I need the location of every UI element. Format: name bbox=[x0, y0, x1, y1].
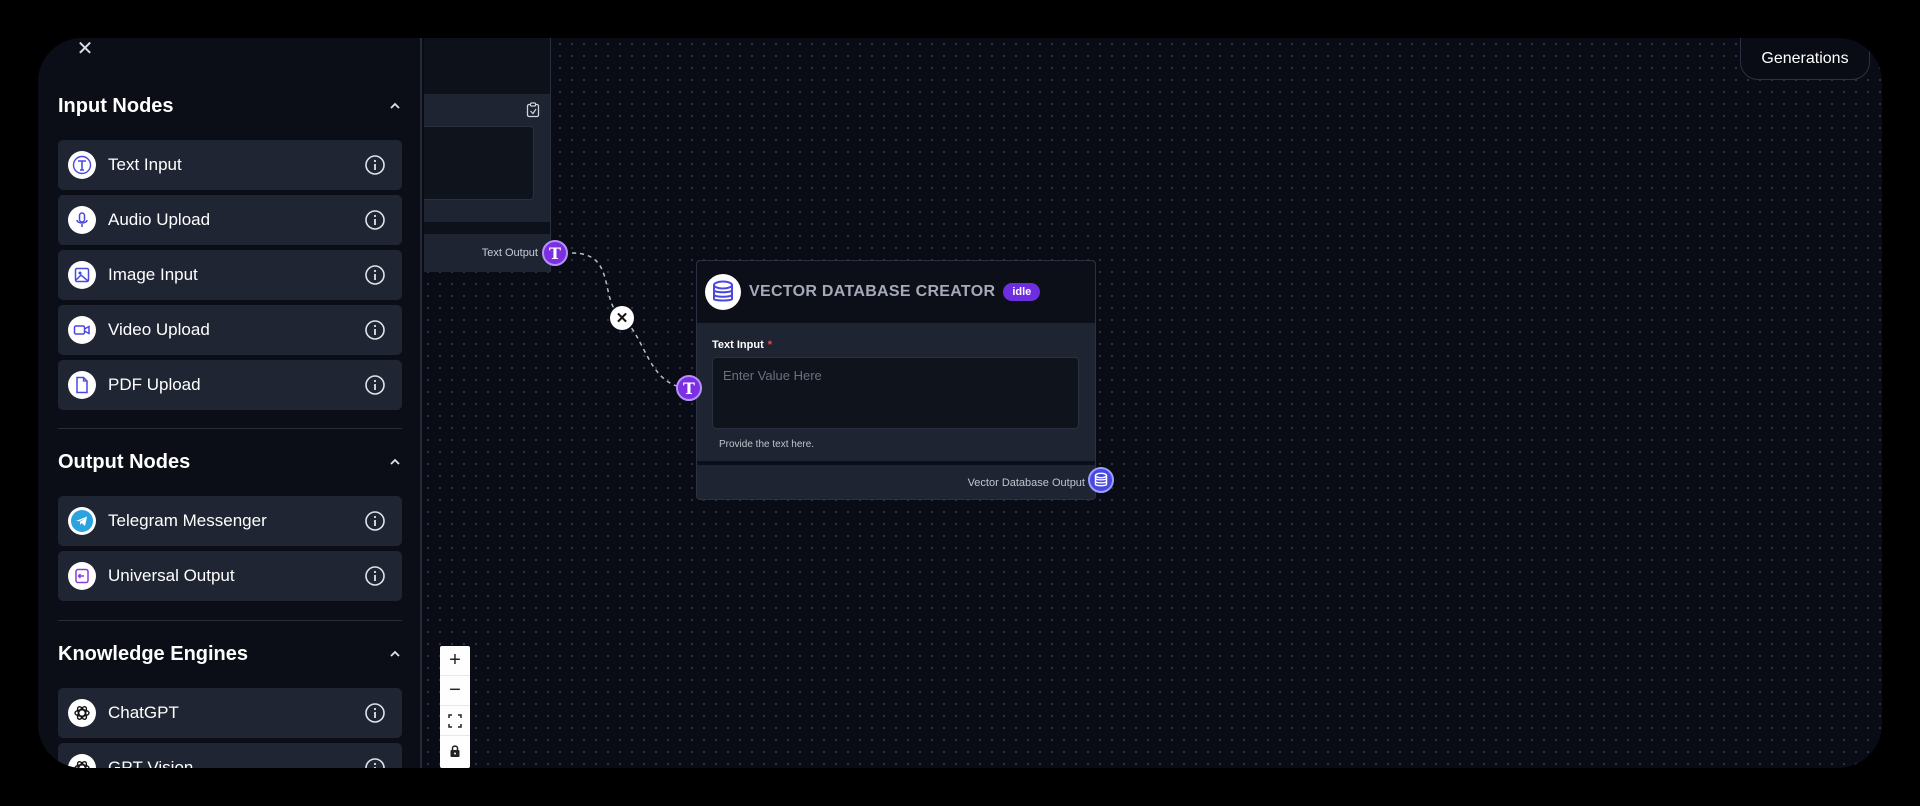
info-icon[interactable] bbox=[364, 209, 386, 231]
sidebar-item-label: PDF Upload bbox=[108, 375, 201, 394]
required-mark: * bbox=[767, 339, 773, 351]
zoom-in-button[interactable]: + bbox=[440, 646, 470, 676]
text-input-field-label: Text Input * bbox=[712, 339, 772, 351]
openai-icon bbox=[68, 699, 96, 727]
sidebar-item-text-input[interactable]: Text Input bbox=[58, 140, 402, 190]
section-title: Input Nodes bbox=[58, 94, 174, 117]
vector-database-output-port[interactable] bbox=[1088, 467, 1114, 493]
sidebar-item-universal-output[interactable]: Universal Output bbox=[58, 551, 402, 601]
help-text: Provide the text here. bbox=[719, 439, 815, 450]
text-input-node-partial[interactable]: Text Output bbox=[424, 38, 551, 272]
section-divider bbox=[58, 428, 402, 429]
app-frame: Text Output T ✕ T VECTOR DATABASE CREATO… bbox=[38, 38, 1882, 768]
clipboard-icon[interactable] bbox=[526, 102, 540, 118]
info-icon[interactable] bbox=[364, 565, 386, 587]
text-t-icon bbox=[68, 151, 96, 179]
lock-button[interactable] bbox=[440, 736, 470, 766]
node-library-sidebar: ✕ Input Nodes Text Input Audio Upload Im… bbox=[38, 38, 422, 768]
sidebar-item-label: ChatGPT bbox=[108, 703, 179, 722]
info-icon[interactable] bbox=[364, 264, 386, 286]
status-badge: idle bbox=[1003, 283, 1041, 301]
export-icon bbox=[68, 562, 96, 590]
plus-icon: + bbox=[449, 649, 461, 671]
image-icon bbox=[68, 261, 96, 289]
node-separator bbox=[697, 461, 1095, 465]
telegram-icon bbox=[68, 507, 96, 535]
remove-edge-button[interactable]: ✕ bbox=[610, 306, 634, 330]
generations-button[interactable]: Generations bbox=[1740, 38, 1870, 80]
sidebar-item-label: Video Upload bbox=[108, 320, 210, 339]
vector-database-creator-node[interactable]: VECTOR DATABASE CREATOR idle Text Input *… bbox=[696, 260, 1096, 500]
close-icon: ✕ bbox=[615, 310, 629, 327]
sidebar-item-label: Universal Output bbox=[108, 566, 235, 585]
info-icon[interactable] bbox=[364, 757, 386, 768]
chevron-up-icon[interactable] bbox=[388, 647, 402, 661]
node-title: VECTOR DATABASE CREATOR bbox=[749, 283, 996, 300]
info-icon[interactable] bbox=[364, 702, 386, 724]
section-title: Knowledge Engines bbox=[58, 642, 249, 665]
text-t-icon: T bbox=[683, 378, 695, 398]
section-output-nodes[interactable]: Output Nodes bbox=[58, 447, 402, 477]
database-icon bbox=[1094, 472, 1108, 487]
sidebar-item-label: Image Input bbox=[108, 265, 198, 284]
openai-icon bbox=[68, 754, 96, 768]
sidebar-item-gpt-vision[interactable]: GPT Vision bbox=[58, 743, 402, 768]
section-divider bbox=[58, 620, 402, 621]
sidebar-item-label: GPT Vision bbox=[108, 758, 194, 768]
fit-view-icon bbox=[448, 713, 462, 728]
chevron-up-icon[interactable] bbox=[388, 99, 402, 113]
section-title: Output Nodes bbox=[58, 450, 191, 473]
text-t-icon: T bbox=[549, 243, 561, 263]
sidebar-item-label: Telegram Messenger bbox=[108, 511, 267, 530]
text-output-label: Text Output bbox=[481, 247, 538, 259]
video-camera-icon bbox=[68, 316, 96, 344]
minus-icon: − bbox=[449, 679, 461, 701]
section-knowledge-engines[interactable]: Knowledge Engines bbox=[58, 639, 402, 669]
document-icon bbox=[68, 371, 96, 399]
microphone-icon bbox=[68, 206, 96, 234]
info-icon[interactable] bbox=[364, 374, 386, 396]
sidebar-item-pdf-upload[interactable]: PDF Upload bbox=[58, 360, 402, 410]
zoom-out-button[interactable]: − bbox=[440, 676, 470, 706]
sidebar-item-label: Audio Upload bbox=[108, 210, 211, 229]
sidebar-item-image-input[interactable]: Image Input bbox=[58, 250, 402, 300]
info-icon[interactable] bbox=[364, 154, 386, 176]
vector-database-output-label: Vector Database Output bbox=[967, 477, 1085, 489]
canvas-controls: + − bbox=[440, 646, 470, 768]
section-input-nodes[interactable]: Input Nodes bbox=[58, 91, 402, 121]
text-input-port[interactable]: T bbox=[676, 375, 702, 401]
info-icon[interactable] bbox=[364, 510, 386, 532]
sidebar-item-chatgpt[interactable]: ChatGPT bbox=[58, 688, 402, 738]
info-icon[interactable] bbox=[364, 319, 386, 341]
lock-icon bbox=[450, 745, 460, 757]
text-output-port[interactable]: T bbox=[542, 240, 568, 266]
text-input-field[interactable] bbox=[712, 357, 1079, 429]
database-icon bbox=[705, 274, 741, 310]
sidebar-item-audio-upload[interactable]: Audio Upload bbox=[58, 195, 402, 245]
chevron-up-icon[interactable] bbox=[388, 455, 402, 469]
close-icon: ✕ bbox=[76, 38, 94, 60]
node-header[interactable]: VECTOR DATABASE CREATOR idle bbox=[697, 261, 1095, 323]
sidebar-item-telegram-messenger[interactable]: Telegram Messenger bbox=[58, 496, 402, 546]
fit-view-button[interactable] bbox=[440, 706, 470, 736]
sidebar-item-label: Text Input bbox=[108, 155, 182, 174]
close-sidebar-button[interactable]: ✕ bbox=[76, 38, 94, 60]
field-label-text: Text Input bbox=[712, 339, 764, 351]
node-textarea-partial[interactable] bbox=[424, 126, 534, 200]
sidebar-item-video-upload[interactable]: Video Upload bbox=[58, 305, 402, 355]
